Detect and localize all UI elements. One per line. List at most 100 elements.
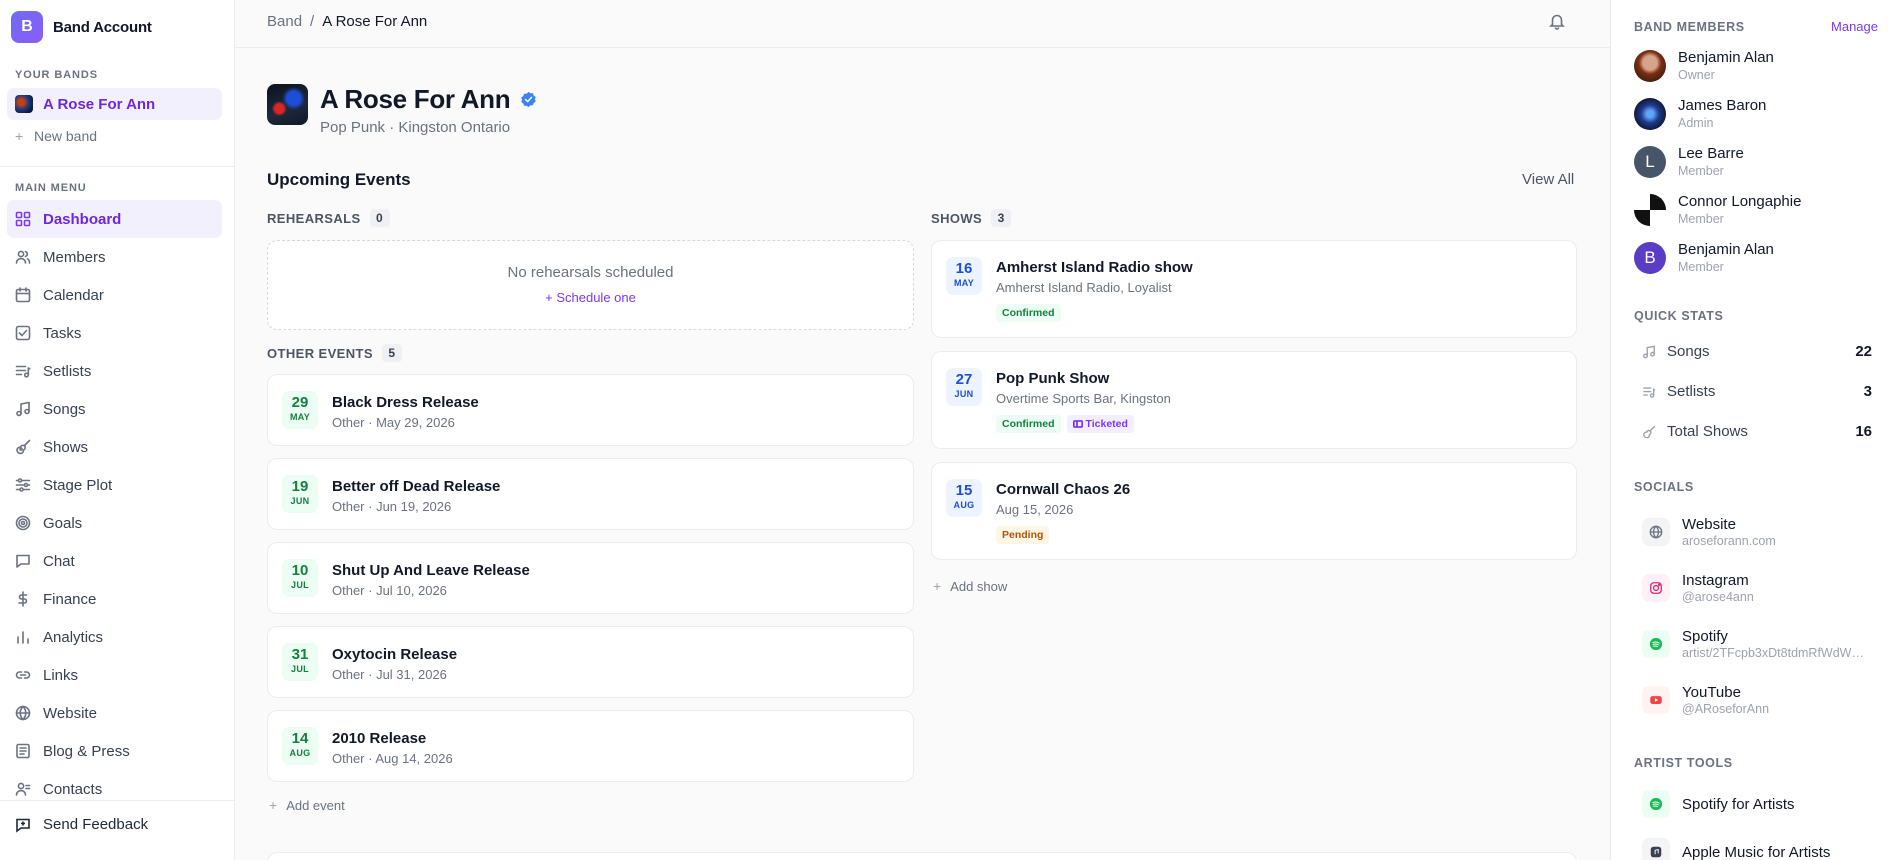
nav-setlists[interactable]: Setlists	[7, 352, 222, 390]
main-nav: Dashboard Members Calendar Tasks Setlist…	[7, 200, 222, 808]
other-events-label-text: OTHER EVENTS	[267, 345, 373, 361]
nav-tasks[interactable]: Tasks	[7, 314, 222, 352]
event-card[interactable]: 10 JUL Shut Up And Leave Release Other · …	[267, 542, 914, 614]
member-item[interactable]: James Baron Admin	[1634, 97, 1766, 130]
band-thumbnail	[15, 95, 33, 113]
date-month: JUL	[291, 664, 309, 674]
member-name: Benjamin Alan	[1678, 49, 1774, 66]
nav-stage-plot[interactable]: Stage Plot	[7, 466, 222, 504]
nav-finance[interactable]: Finance	[7, 580, 222, 618]
nav-contacts[interactable]: Contacts	[7, 770, 222, 808]
band-item-active[interactable]: A Rose For Ann	[7, 88, 222, 120]
right-panel: BAND MEMBERS Manage Benjamin Alan Owner J…	[1610, 0, 1890, 860]
show-venue: Overtime Sports Bar, Kingston	[996, 391, 1171, 406]
event-name: 2010 Release	[332, 730, 427, 747]
event-card[interactable]: 29 MAY Black Dress Release Other · May 29…	[267, 374, 914, 446]
date-month: AUG	[953, 500, 975, 510]
tool-apple-music-for-artists[interactable]: Apple Music for Artists	[1642, 838, 1830, 860]
nav-goals[interactable]: Goals	[7, 504, 222, 542]
band-members-label: BAND MEMBERS	[1634, 20, 1745, 34]
no-rehearsals-text: No rehearsals scheduled	[507, 264, 674, 281]
globe-icon	[1649, 525, 1663, 539]
your-bands-label: YOUR BANDS	[15, 69, 98, 81]
tool-spotify-for-artists[interactable]: Spotify for Artists	[1642, 790, 1795, 818]
send-feedback-label: Send Feedback	[43, 816, 149, 833]
nav-chat[interactable]: Chat	[7, 542, 222, 580]
member-item[interactable]: Benjamin Alan Owner	[1634, 49, 1774, 82]
list-music-icon	[15, 365, 31, 378]
spotify-icon	[1649, 797, 1663, 811]
dashboard-icon	[15, 211, 31, 227]
member-name: Connor Longaphie	[1678, 193, 1802, 210]
event-meta: Other · Jul 10, 2026	[332, 583, 447, 598]
social-handle: @arose4ann	[1682, 590, 1754, 604]
nav-songs[interactable]: Songs	[7, 390, 222, 428]
target-icon	[15, 515, 31, 531]
instagram-icon	[1650, 582, 1662, 594]
social-youtube[interactable]: YouTube @ARoseforAnn	[1642, 684, 1868, 716]
nav-website[interactable]: Website	[7, 694, 222, 732]
rehearsals-label: REHEARSALS 0	[267, 209, 390, 227]
social-instagram[interactable]: Instagram @arose4ann	[1642, 572, 1868, 604]
manage-members-link[interactable]: Manage	[1831, 19, 1878, 34]
music-note-icon	[1643, 344, 1655, 358]
feedback-icon	[16, 818, 30, 833]
avatar	[1634, 193, 1666, 226]
date-day: 29	[291, 394, 309, 411]
breadcrumb: Band / A Rose For Ann	[267, 13, 427, 30]
member-item[interactable]: L Lee Barre Member	[1634, 145, 1744, 178]
event-card[interactable]: 31 JUL Oxytocin Release Other · Jul 31, 2…	[267, 626, 914, 698]
upcoming-events-title: Upcoming Events	[267, 170, 411, 189]
users-icon	[15, 250, 31, 264]
stat-total-shows: Total Shows 16	[1642, 423, 1872, 440]
nav-members[interactable]: Members	[7, 238, 222, 276]
nav-links[interactable]: Links	[7, 656, 222, 694]
avatar	[1634, 49, 1666, 82]
topbar: Band / A Rose For Ann	[235, 0, 1610, 48]
band-item-label: A Rose For Ann	[43, 95, 156, 113]
social-spotify[interactable]: Spotify artist/2TFcpb3xDt8tdmRfWdWbA6	[1642, 628, 1868, 660]
social-name: YouTube	[1682, 684, 1741, 701]
shows-label-text: SHOWS	[931, 210, 983, 226]
date-badge: 16 MAY	[946, 257, 982, 295]
notifications-button[interactable]	[1548, 12, 1566, 30]
stat-value: 3	[1863, 383, 1872, 400]
member-item[interactable]: Connor Longaphie Member	[1634, 193, 1801, 226]
view-all-link[interactable]: View All	[1522, 171, 1574, 188]
social-website[interactable]: Website aroseforann.com	[1642, 516, 1868, 548]
social-icon-wrap	[1642, 630, 1670, 658]
tool-name: Apple Music for Artists	[1682, 843, 1831, 860]
breadcrumb-root[interactable]: Band	[267, 13, 302, 30]
plus-icon: +	[269, 797, 278, 813]
dollar-icon	[18, 591, 28, 607]
event-card[interactable]: 19 JUN Better off Dead Release Other · Ju…	[267, 458, 914, 530]
nav-dashboard[interactable]: Dashboard	[7, 200, 222, 238]
nav-calendar[interactable]: Calendar	[7, 276, 222, 314]
member-role: Member	[1678, 212, 1724, 226]
brand[interactable]: B Band Account	[11, 11, 152, 43]
show-card[interactable]: 16 MAY Amherst Island Radio show Amherst …	[931, 240, 1577, 338]
show-card[interactable]: 27 JUN Pop Punk Show Overtime Sports Bar,…	[931, 351, 1577, 449]
member-item[interactable]: B Benjamin Alan Member	[1634, 241, 1774, 274]
nav-blog-press[interactable]: Blog & Press	[7, 732, 222, 770]
bar-chart-icon	[17, 631, 29, 644]
event-card[interactable]: 14 AUG 2010 Release Other · Aug 14, 2026	[267, 710, 914, 782]
social-name: Website	[1682, 516, 1736, 533]
schedule-one-link[interactable]: + Schedule one	[268, 290, 913, 305]
add-show-button[interactable]: + Add show	[933, 578, 1007, 594]
show-card[interactable]: 15 AUG Cornwall Chaos 26 Aug 15, 2026 Pen…	[931, 462, 1577, 560]
new-band-button[interactable]: + New band	[15, 128, 97, 144]
nav-shows[interactable]: Shows	[7, 428, 222, 466]
event-name: Shut Up And Leave Release	[332, 562, 530, 579]
tool-name: Spotify for Artists	[1682, 795, 1795, 813]
send-feedback-button[interactable]: Send Feedback	[15, 816, 148, 833]
nav-label: Goals	[43, 514, 83, 532]
next-section-card	[267, 852, 1577, 860]
nav-analytics[interactable]: Analytics	[7, 618, 222, 656]
add-event-button[interactable]: + Add event	[269, 797, 345, 813]
event-name: Oxytocin Release	[332, 646, 458, 663]
social-icon-wrap	[1642, 686, 1670, 714]
other-events-count: 5	[381, 344, 402, 362]
date-day: 10	[291, 562, 309, 579]
date-month: AUG	[289, 748, 311, 758]
